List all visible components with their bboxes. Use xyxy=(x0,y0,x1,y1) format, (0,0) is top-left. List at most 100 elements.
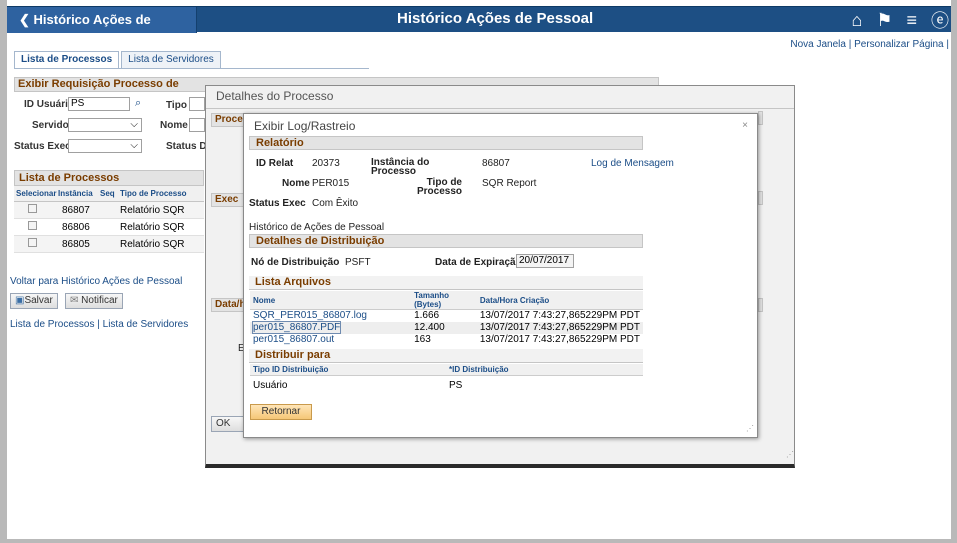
log-mensagem-link[interactable]: Log de Mensagem xyxy=(591,158,674,169)
lista-processos-grid: Lista de Processos Selecionar Instância … xyxy=(14,170,204,253)
tipo-label: Tipo xyxy=(166,100,187,111)
file-link[interactable]: per015_86807.out xyxy=(253,334,334,345)
chevron-down-icon: ⌵ xyxy=(130,140,138,151)
table-row: Usuário PS xyxy=(250,375,643,395)
table-row: per015_86807.PDF 12.400 13/07/2017 7:43:… xyxy=(250,321,643,334)
tab-lista-processos[interactable]: Lista de Processos xyxy=(14,51,120,69)
back-button[interactable]: ❮ Histórico Ações de Pessoal xyxy=(7,7,197,53)
navbar-icon[interactable]: ⓔ xyxy=(931,7,949,33)
envelope-icon: ✉ xyxy=(70,295,79,306)
home-icon[interactable]: ⌂ xyxy=(851,10,862,31)
file-size: 1.666 xyxy=(414,310,440,322)
file-link[interactable]: per015_86807.PDF xyxy=(251,321,342,334)
distribuir-header: Distribuir para xyxy=(249,349,643,363)
row-tipo: Relatório SQR xyxy=(120,238,185,250)
nome-field[interactable] xyxy=(189,118,205,132)
page-tabs: Lista de Processos Lista de Servidores xyxy=(14,51,223,69)
tipo-id-value: Usuário xyxy=(253,379,288,391)
bottom-links[interactable]: Lista de Processos | Lista de Servidores xyxy=(10,319,188,330)
status-di-label: Status Di xyxy=(166,141,210,152)
no-distribuicao-label: Nó de Distribuição xyxy=(251,257,340,268)
table-row: 86806 Relatório SQR xyxy=(14,219,204,236)
exec-section-fragment: Exec xyxy=(211,193,245,207)
id-relat-value: 20373 xyxy=(312,158,340,169)
file-size: 12.400 xyxy=(411,321,477,334)
no-distribuicao-value: PSFT xyxy=(345,257,371,268)
save-button-label: Salvar xyxy=(24,295,53,306)
col-selecionar: Selecionar xyxy=(16,189,57,198)
file-date: 13/07/2017 7:43:27,865229PM PDT xyxy=(479,310,640,322)
top-bar: ❮ Histórico Ações de Pessoal Histórico A… xyxy=(7,6,951,53)
col-tipo-processo: Tipo de Processo xyxy=(120,189,187,198)
save-button[interactable]: ▣Salvar xyxy=(10,293,58,309)
section-edge xyxy=(758,191,763,205)
distribuir-table: Tipo ID Distribuição *ID Distribuição Us… xyxy=(250,364,643,395)
file-date: 13/07/2017 7:43:27,865229PM PDT xyxy=(479,334,640,345)
lista-processos-title: Lista de Processos xyxy=(14,170,204,186)
retornar-button[interactable]: Retornar xyxy=(250,404,312,420)
row-tipo: Relatório SQR xyxy=(120,221,185,233)
log-modal: Exibir Log/Rastreio × Relatório ID Relat… xyxy=(243,113,758,438)
tab-lista-servidores[interactable]: Lista de Servidores xyxy=(121,51,221,69)
distribuir-header-row: Tipo ID Distribuição *ID Distribuição xyxy=(250,364,643,376)
menu-icon[interactable]: ≡ xyxy=(906,10,917,31)
tab-divider xyxy=(14,68,369,69)
chevron-down-icon: ⌵ xyxy=(130,119,138,130)
arquivos-header-row: Nome Tamanho (Bytes) Data/Hora Criação xyxy=(250,291,643,310)
data-expiracao-field: 20/07/2017 xyxy=(516,254,574,268)
servidor-label: Servidor xyxy=(32,120,73,131)
status-exec-value: Com Êxito xyxy=(312,198,359,209)
select-checkbox[interactable] xyxy=(28,221,37,230)
voltar-link[interactable]: Voltar para Histórico Ações de Pessoal xyxy=(10,276,182,287)
instancia-label: Instância do Processo xyxy=(371,157,430,177)
chevron-left-icon: ❮ xyxy=(19,12,34,27)
descricao-text: Histórico de Ações de Pessoal xyxy=(249,222,385,233)
row-instancia: 86805 xyxy=(62,238,90,250)
col-tamanho: Tamanho (Bytes) xyxy=(411,291,477,310)
lista-processos-header: Selecionar Instância Seq Tipo de Process… xyxy=(14,186,204,202)
tipo-field[interactable] xyxy=(189,97,205,111)
select-checkbox[interactable] xyxy=(28,238,37,247)
distribuicao-header: Detalhes de Distribuição xyxy=(249,234,643,248)
page-title: Histórico Ações de Pessoal xyxy=(397,10,594,27)
close-icon[interactable]: × xyxy=(739,120,751,132)
file-link[interactable]: SQR_PER015_86807.log xyxy=(253,310,367,321)
arquivos-header: Lista Arquivos xyxy=(249,276,643,290)
id-usuario-label: ID Usuário xyxy=(24,99,75,110)
top-icons: ⌂ ⚑ ≡ ⓔ xyxy=(851,7,951,33)
datah-section-fragment: Data/h xyxy=(211,298,246,312)
ok-button[interactable]: OK xyxy=(211,416,245,432)
select-checkbox[interactable] xyxy=(28,204,37,213)
row-instancia: 86807 xyxy=(62,204,90,216)
instancia-value: 86807 xyxy=(482,158,510,169)
proce-section-fragment: Proce xyxy=(211,113,245,127)
lookup-icon[interactable]: ⌕ xyxy=(135,97,141,110)
top-links[interactable]: Nova Janela | Personalizar Página | xyxy=(790,39,949,50)
id-usuario-field[interactable]: PS xyxy=(68,97,130,111)
nome-label: Nome xyxy=(160,120,188,131)
servidor-select[interactable]: ⌵ xyxy=(68,118,142,132)
nome-value: PER015 xyxy=(312,178,350,189)
notify-button[interactable]: ✉ Notificar xyxy=(65,293,123,309)
data-expiracao-label: Data de Expiração xyxy=(435,257,522,268)
log-modal-title: Exibir Log/Rastreio xyxy=(254,119,356,133)
flag-icon[interactable]: ⚑ xyxy=(876,10,892,31)
status-exec-select[interactable]: ⌵ xyxy=(68,139,142,153)
col-id-distribuicao: *ID Distribuição xyxy=(446,364,643,376)
relatorio-header: Relatório xyxy=(249,136,643,150)
resize-grip-icon[interactable]: ⋰ xyxy=(746,424,754,433)
id-relat-label: ID Relat xyxy=(256,158,294,169)
col-tipo-id: Tipo ID Distribuição xyxy=(250,364,446,376)
nome-label: Nome xyxy=(282,178,310,189)
file-date: 13/07/2017 7:43:27,865229PM PDT xyxy=(476,321,643,334)
process-details-title: Detalhes do Processo xyxy=(216,89,334,103)
status-exec-label: Status Exec xyxy=(14,141,71,152)
col-nome: Nome xyxy=(250,291,412,310)
table-row: SQR_PER015_86807.log 1.666 13/07/2017 7:… xyxy=(250,310,643,322)
table-row: 86805 Relatório SQR xyxy=(14,236,204,253)
resize-grip-icon[interactable]: ⋰ xyxy=(786,450,794,459)
id-distribuicao-value: PS xyxy=(449,379,463,391)
row-instancia: 86806 xyxy=(62,221,90,233)
row-tipo: Relatório SQR xyxy=(120,204,185,216)
section-edge xyxy=(758,298,763,312)
